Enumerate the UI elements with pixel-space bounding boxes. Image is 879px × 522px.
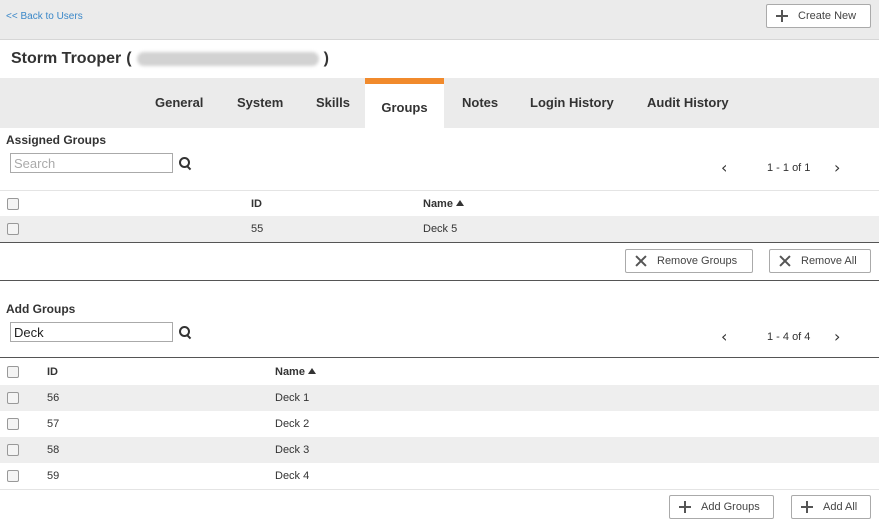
assigned-prev-page-icon[interactable]: ‹ bbox=[721, 160, 727, 176]
add-col-name-label: Name bbox=[275, 366, 305, 378]
row-checkbox[interactable] bbox=[7, 392, 19, 404]
top-bar: << Back to Users Create New bbox=[0, 0, 879, 40]
divider bbox=[0, 242, 879, 243]
sort-up-icon bbox=[307, 368, 316, 374]
search-icon[interactable] bbox=[179, 157, 192, 170]
assigned-page-info: 1 - 1 of 1 bbox=[767, 162, 811, 174]
row-id: 56 bbox=[47, 392, 60, 404]
search-icon[interactable] bbox=[179, 326, 192, 339]
tab-system[interactable]: System bbox=[237, 95, 283, 110]
row-name: Deck 3 bbox=[275, 444, 310, 456]
page-title: Storm Trooper ( ) bbox=[11, 50, 329, 68]
plus-icon bbox=[678, 500, 692, 514]
close-icon bbox=[778, 254, 792, 268]
add-col-name[interactable]: Name bbox=[275, 366, 316, 378]
row-checkbox[interactable] bbox=[7, 470, 19, 482]
tab-general[interactable]: General bbox=[155, 95, 203, 110]
row-id: 58 bbox=[47, 444, 60, 456]
create-new-button[interactable]: Create New bbox=[766, 4, 871, 28]
add-all-button[interactable]: Add All bbox=[791, 495, 871, 519]
assigned-col-name[interactable]: Name bbox=[423, 198, 464, 210]
tab-skills[interactable]: Skills bbox=[316, 95, 350, 110]
assigned-search-input[interactable] bbox=[10, 153, 173, 173]
create-new-label: Create New bbox=[798, 10, 857, 22]
assigned-next-page-icon[interactable]: › bbox=[834, 160, 840, 176]
plus-icon bbox=[775, 9, 789, 23]
row-checkbox[interactable] bbox=[7, 223, 19, 235]
divider bbox=[0, 280, 879, 281]
divider bbox=[0, 489, 879, 490]
add-page-info: 1 - 4 of 4 bbox=[767, 331, 811, 343]
table-row[interactable]: 55 Deck 5 bbox=[0, 216, 879, 242]
back-to-users-link[interactable]: << Back to Users bbox=[6, 11, 83, 22]
assigned-select-all-checkbox[interactable] bbox=[7, 198, 19, 210]
divider bbox=[0, 357, 879, 358]
tab-notes[interactable]: Notes bbox=[462, 95, 498, 110]
tab-login-history[interactable]: Login History bbox=[530, 95, 614, 110]
row-checkbox[interactable] bbox=[7, 418, 19, 430]
row-name: Deck 2 bbox=[275, 418, 310, 430]
row-name: Deck 4 bbox=[275, 470, 310, 482]
table-row[interactable]: 56 Deck 1 bbox=[0, 385, 879, 411]
add-groups-title: Add Groups bbox=[6, 302, 76, 316]
add-groups-button[interactable]: Add Groups bbox=[669, 495, 774, 519]
add-col-id[interactable]: ID bbox=[47, 366, 58, 378]
table-row[interactable]: 58 Deck 3 bbox=[0, 437, 879, 463]
add-groups-label: Add Groups bbox=[701, 501, 760, 513]
remove-all-button[interactable]: Remove All bbox=[769, 249, 871, 273]
assigned-table-header: ID Name bbox=[0, 190, 879, 216]
add-search-input[interactable] bbox=[10, 322, 173, 342]
paren-close: ) bbox=[323, 50, 329, 67]
assigned-groups-title: Assigned Groups bbox=[6, 133, 107, 147]
add-next-page-icon[interactable]: › bbox=[834, 329, 840, 345]
close-icon bbox=[634, 254, 648, 268]
row-name: Deck 5 bbox=[423, 223, 458, 235]
sort-up-icon bbox=[455, 200, 464, 206]
user-name: Storm Trooper bbox=[11, 50, 122, 67]
plus-icon bbox=[800, 500, 814, 514]
row-id: 55 bbox=[251, 223, 264, 235]
assigned-col-id[interactable]: ID bbox=[251, 198, 262, 210]
add-select-all-checkbox[interactable] bbox=[7, 366, 19, 378]
tab-bar: General System Skills Groups Notes Login… bbox=[0, 78, 879, 128]
paren-open: ( bbox=[126, 50, 132, 67]
row-checkbox[interactable] bbox=[7, 444, 19, 456]
redacted-email bbox=[136, 52, 319, 66]
remove-all-label: Remove All bbox=[801, 255, 857, 267]
row-id: 57 bbox=[47, 418, 60, 430]
add-all-label: Add All bbox=[823, 501, 858, 513]
remove-groups-label: Remove Groups bbox=[657, 255, 738, 267]
table-row[interactable]: 57 Deck 2 bbox=[0, 411, 879, 437]
tab-audit-history[interactable]: Audit History bbox=[647, 95, 729, 110]
remove-groups-button[interactable]: Remove Groups bbox=[625, 249, 753, 273]
add-prev-page-icon[interactable]: ‹ bbox=[721, 329, 727, 345]
tab-groups[interactable]: Groups bbox=[365, 78, 444, 128]
assigned-col-name-label: Name bbox=[423, 198, 453, 210]
add-table-header: ID Name bbox=[0, 359, 879, 385]
row-id: 59 bbox=[47, 470, 60, 482]
table-row[interactable]: 59 Deck 4 bbox=[0, 463, 879, 489]
row-name: Deck 1 bbox=[275, 392, 310, 404]
